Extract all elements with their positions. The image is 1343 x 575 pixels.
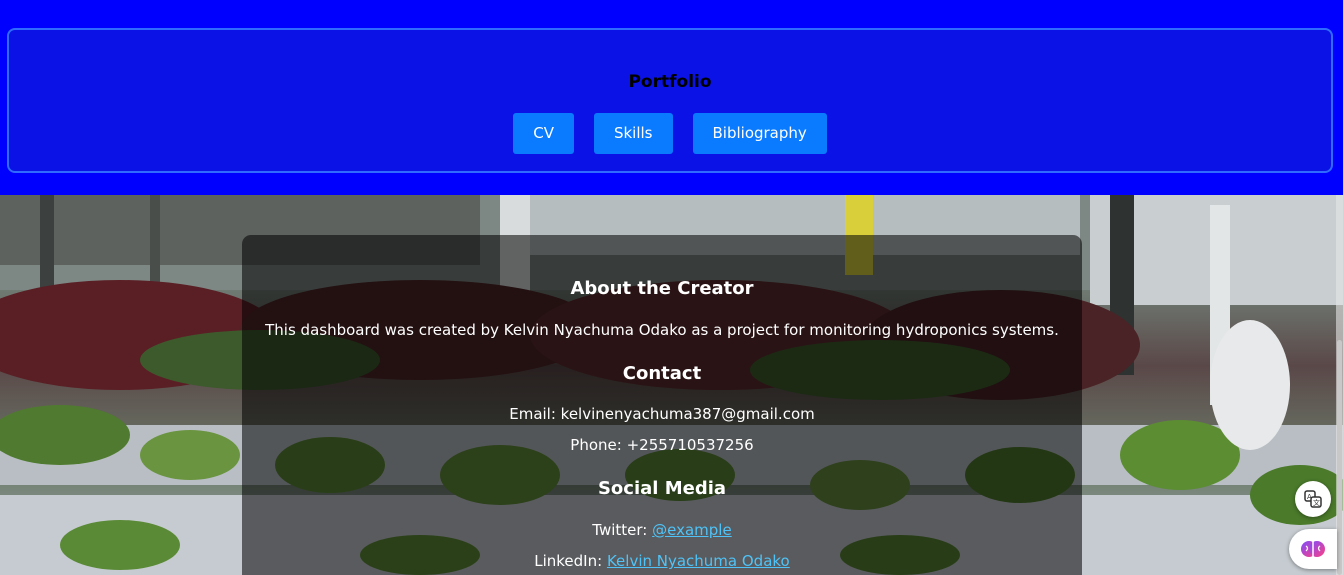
about-card: About the Creator This dashboard was cre…	[242, 235, 1082, 575]
translate-button[interactable]: A 文	[1295, 481, 1331, 517]
linkedin-link[interactable]: Kelvin Nyachuma Odako	[607, 552, 790, 570]
linkedin-line: LinkedIn: Kelvin Nyachuma Odako	[242, 552, 1082, 570]
twitter-link[interactable]: @example	[652, 521, 732, 539]
nav-buttons: CV Skills Bibliography	[9, 113, 1331, 154]
translate-icon: A 文	[1304, 490, 1322, 508]
linkedin-label: LinkedIn:	[534, 552, 603, 570]
contact-email: Email: kelvinenyachuma387@gmail.com	[509, 405, 815, 423]
bibliography-button[interactable]: Bibliography	[692, 113, 827, 154]
contact-phone: Phone: +255710537256	[570, 436, 754, 454]
brain-icon	[1301, 541, 1325, 557]
svg-text:A: A	[1307, 493, 1312, 501]
cv-button[interactable]: CV	[513, 113, 574, 154]
portfolio-title: Portfolio	[628, 72, 712, 92]
header-band: Portfolio CV Skills Bibliography	[0, 0, 1343, 195]
assistant-button[interactable]	[1289, 529, 1337, 569]
svg-text:文: 文	[1313, 498, 1320, 507]
portfolio-panel: Portfolio CV Skills Bibliography	[7, 28, 1333, 173]
scrollbar-thumb[interactable]	[1337, 340, 1342, 575]
twitter-label: Twitter:	[592, 521, 648, 539]
twitter-line: Twitter: @example	[242, 521, 1082, 539]
social-heading: Social Media	[597, 478, 727, 499]
contact-heading: Contact	[622, 363, 702, 384]
about-heading: About the Creator	[570, 278, 754, 299]
about-text: This dashboard was created by Kelvin Nya…	[265, 321, 1059, 339]
skills-button[interactable]: Skills	[593, 113, 673, 154]
